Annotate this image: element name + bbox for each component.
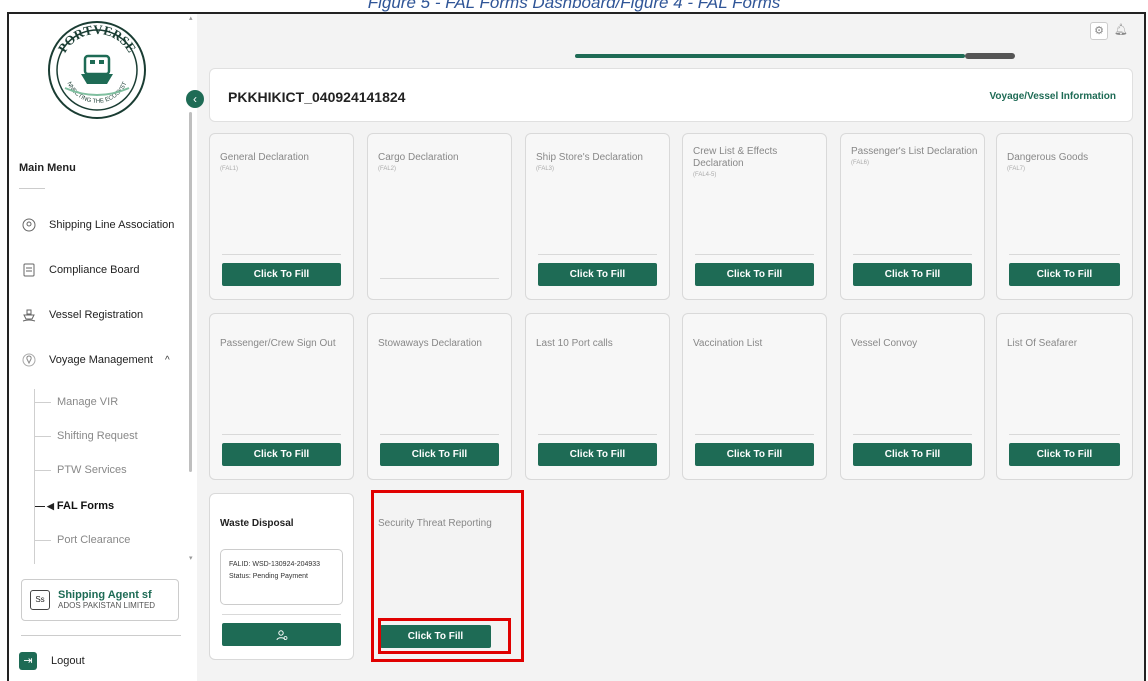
card-subtitle: (FAL3) bbox=[536, 166, 555, 172]
ship-icon bbox=[21, 307, 37, 323]
form-card-ship-stores-declaration: Ship Store's Declaration (FAL3) Click To … bbox=[525, 133, 670, 300]
card-subtitle: (FAL7) bbox=[1007, 166, 1026, 172]
card-title: General Declaration bbox=[220, 152, 309, 163]
form-card-cargo-declaration: Cargo Declaration (FAL2) bbox=[367, 133, 512, 300]
sidebar-item-compliance-board[interactable]: Compliance Board bbox=[21, 257, 140, 283]
logout-button[interactable]: ⇥ Logout bbox=[19, 652, 85, 670]
sidebar-item-vessel-registration[interactable]: Vessel Registration bbox=[21, 302, 143, 328]
form-card-passengers-list-declaration: Passenger's List Declaration (FAL6) Click… bbox=[840, 133, 985, 300]
form-card-crew-list-declaration: Crew List & Effects Declaration (FAL4-5) … bbox=[682, 133, 827, 300]
form-card-stowaways-declaration: Stowaways Declaration Click To Fill bbox=[367, 313, 512, 480]
vessel-id: PKKHIKICT_040924141824 bbox=[228, 89, 406, 105]
bell-icon: 🔔︎ bbox=[1114, 24, 1128, 36]
header-accent-bar-end bbox=[965, 53, 1015, 59]
sidebar-item-label: Voyage Management bbox=[49, 354, 153, 366]
card-title: Vessel Convoy bbox=[851, 338, 918, 349]
card-subtitle: (FAL1) bbox=[220, 166, 239, 172]
click-to-fill-button[interactable]: Click To Fill bbox=[538, 443, 657, 466]
form-card-vaccination-list: Vaccination List Click To Fill bbox=[682, 313, 827, 480]
main-content: ⚙ 🔔︎ PKKHIKICT_040924141824 Voyage/Vesse… bbox=[197, 14, 1144, 681]
sidebar-item-voyage-management[interactable]: Voyage Management ^ bbox=[21, 347, 170, 373]
sidebar-subitem-manage-vir[interactable]: Manage VIR bbox=[35, 394, 118, 410]
click-to-fill-button[interactable]: Click To Fill bbox=[695, 443, 814, 466]
shield-icon bbox=[21, 217, 37, 233]
chevron-up-icon[interactable]: ^ bbox=[165, 355, 170, 366]
scroll-arrow-down-icon[interactable]: ▾ bbox=[189, 554, 193, 562]
click-to-fill-button[interactable]: Click To Fill bbox=[538, 263, 657, 286]
form-card-vessel-convoy: Vessel Convoy Click To Fill bbox=[840, 313, 985, 480]
card-title: Ship Store's Declaration bbox=[536, 152, 643, 163]
sidebar-item-label: Vessel Registration bbox=[49, 309, 144, 321]
header-accent-bar bbox=[575, 54, 965, 58]
chevron-left-icon: ‹ bbox=[193, 92, 197, 106]
sidebar-subitem-shifting-request[interactable]: Shifting Request bbox=[35, 428, 138, 444]
document-icon bbox=[21, 262, 37, 278]
main-menu-label: Main Menu bbox=[19, 162, 76, 174]
click-to-fill-button[interactable]: Click To Fill bbox=[853, 263, 972, 286]
card-title: Crew List & Effects Declaration bbox=[693, 146, 778, 169]
portverse-logo: PORTVERSE CONNECTING THE ECOSYSTEM bbox=[45, 18, 146, 119]
sidebar-item-shipping-line-association[interactable]: Shipping Line Association bbox=[21, 212, 174, 238]
card-subtitle: (FAL2) bbox=[378, 166, 397, 172]
card-title: Dangerous Goods bbox=[1007, 152, 1089, 163]
sidebar: PORTVERSE CONNECTING THE ECOSYSTEM Main … bbox=[9, 14, 189, 681]
card-title: Cargo Declaration bbox=[378, 152, 459, 163]
click-to-fill-button[interactable]: Click To Fill bbox=[222, 443, 341, 466]
user-money-icon bbox=[276, 629, 287, 640]
form-card-dangerous-goods: Dangerous Goods (FAL7) Click To Fill bbox=[996, 133, 1133, 300]
user-profile-card[interactable]: Ss Shipping Agent sf ADOS PAKISTAN LIMIT… bbox=[21, 579, 179, 621]
sidebar-subitem-fal-forms[interactable]: ◀ FAL Forms bbox=[35, 498, 114, 514]
figure-caption: Figure 5 - FAL Forms Dashboard/Figure 4 … bbox=[367, 0, 781, 12]
user-name: Shipping Agent sf bbox=[58, 589, 152, 601]
card-title: Passenger's List Declaration bbox=[851, 146, 978, 157]
sidebar-item-label: Shipping Line Association bbox=[49, 219, 175, 231]
card-title: Passenger/Crew Sign Out bbox=[220, 338, 336, 349]
payment-button[interactable] bbox=[222, 623, 341, 646]
form-card-passenger-crew-sign-out: Passenger/Crew Sign Out Click To Fill bbox=[209, 313, 354, 480]
fal-status: Status: Pending Payment bbox=[229, 573, 308, 580]
sidebar-item-label: Compliance Board bbox=[49, 264, 140, 276]
logout-label: Logout bbox=[51, 655, 85, 667]
click-to-fill-button[interactable]: Click To Fill bbox=[695, 263, 814, 286]
scroll-arrow-up-icon[interactable]: ▴ bbox=[189, 14, 193, 22]
sidebar-subitem-ptw-services[interactable]: PTW Services bbox=[35, 462, 127, 478]
sidebar-subitem-port-clearance[interactable]: Port Clearance bbox=[35, 532, 130, 548]
form-card-waste-disposal: Waste Disposal FALID: WSD-130924-204933 … bbox=[209, 493, 354, 660]
click-to-fill-button[interactable]: Click To Fill bbox=[1009, 263, 1120, 286]
menu-divider bbox=[19, 188, 45, 189]
sidebar-divider bbox=[21, 635, 181, 636]
card-title: Waste Disposal bbox=[220, 518, 294, 529]
avatar: Ss bbox=[30, 590, 50, 610]
card-subtitle: (FAL6) bbox=[851, 160, 870, 166]
card-title: Stowaways Declaration bbox=[378, 338, 482, 349]
card-subtitle: (FAL4-5) bbox=[693, 172, 717, 178]
notifications-button[interactable]: 🔔︎ bbox=[1112, 22, 1130, 40]
location-icon bbox=[21, 352, 37, 368]
settings-button[interactable]: ⚙ bbox=[1090, 22, 1108, 40]
highlight-box-button bbox=[378, 618, 511, 654]
fal-status-box: FALID: WSD-130924-204933 Status: Pending… bbox=[220, 549, 343, 605]
logout-icon: ⇥ bbox=[19, 652, 37, 670]
card-title: Last 10 Port calls bbox=[536, 338, 613, 349]
card-title: List Of Seafarer bbox=[1007, 338, 1078, 349]
voyage-vessel-info-link[interactable]: Voyage/Vessel Information bbox=[989, 91, 1116, 102]
gear-icon: ⚙ bbox=[1094, 25, 1104, 37]
user-organization: ADOS PAKISTAN LIMITED bbox=[58, 601, 156, 610]
click-to-fill-button[interactable]: Click To Fill bbox=[853, 443, 972, 466]
app-window: PORTVERSE CONNECTING THE ECOSYSTEM Main … bbox=[7, 12, 1146, 681]
sidebar-scrollbar[interactable] bbox=[189, 112, 192, 472]
card-title: Vaccination List bbox=[693, 338, 763, 349]
form-card-list-of-seafarer: List Of Seafarer Click To Fill bbox=[996, 313, 1133, 480]
form-card-last-10-port-calls: Last 10 Port calls Click To Fill bbox=[525, 313, 670, 480]
click-to-fill-button[interactable]: Click To Fill bbox=[222, 263, 341, 286]
click-to-fill-button[interactable]: Click To Fill bbox=[380, 443, 499, 466]
fal-id: FALID: WSD-130924-204933 bbox=[229, 561, 321, 568]
form-card-general-declaration: General Declaration (FAL1) Click To Fill bbox=[209, 133, 354, 300]
collapse-sidebar-button[interactable]: ‹ bbox=[186, 90, 204, 108]
click-to-fill-button[interactable]: Click To Fill bbox=[1009, 443, 1120, 466]
vessel-header: PKKHIKICT_040924141824 Voyage/Vessel Inf… bbox=[209, 68, 1133, 122]
active-arrow-icon: ◀ bbox=[47, 500, 54, 511]
